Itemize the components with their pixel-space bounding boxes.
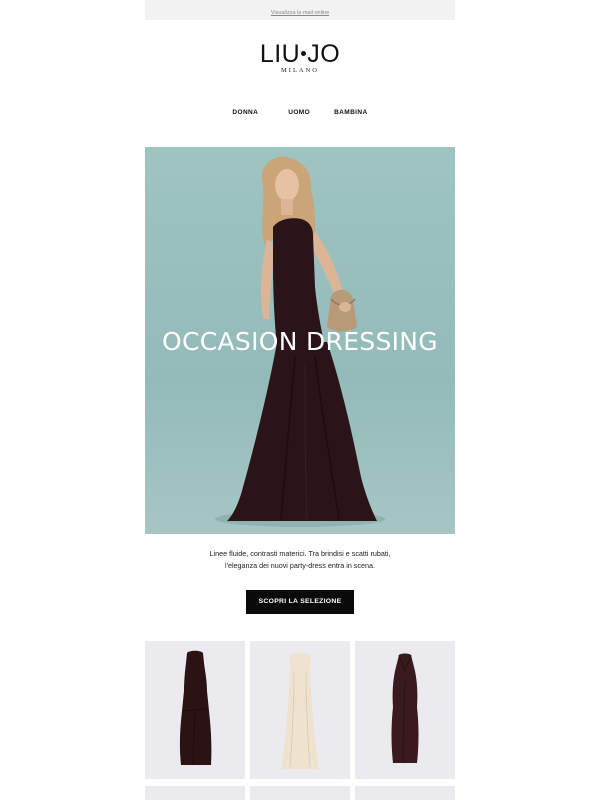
nav-item-bambina[interactable]: BAMBINA <box>334 109 368 116</box>
logo-right: JO <box>307 40 341 68</box>
intro-line-2: l'eleganza dei nuovi party-dress entra i… <box>224 561 375 570</box>
product-tile-6[interactable] <box>355 786 455 800</box>
product-tile-4[interactable] <box>145 786 245 800</box>
hero-title: OCCASION DRESSING <box>162 327 438 356</box>
top-bar: Visualizza la mail online <box>145 0 455 20</box>
logo-subtitle: MILANO <box>281 67 319 74</box>
product-image-burgundy-dress <box>391 653 419 764</box>
view-online-link[interactable]: Visualizza la mail online <box>271 10 329 16</box>
page: Visualizza la mail online LIU JO MILANO D… <box>0 0 600 800</box>
logo-left: LIU <box>259 40 301 68</box>
logo-wordmark: LIU JO <box>145 40 455 68</box>
logo-dot-icon <box>301 51 307 57</box>
product-tile-2[interactable] <box>250 641 350 779</box>
product-tile-5[interactable] <box>250 786 350 800</box>
nav-item-uomo[interactable]: UOMO <box>288 109 310 116</box>
intro-text: Linee fluide, contrasti materici. Tra br… <box>145 548 455 572</box>
product-tile-3[interactable] <box>355 641 455 779</box>
email-container: Visualizza la mail online LIU JO MILANO D… <box>145 0 455 800</box>
intro-line-1: Linee fluide, contrasti materici. Tra br… <box>209 549 391 558</box>
shop-selection-button[interactable]: SCOPRI LA SELEZIONE <box>246 590 354 614</box>
brand-logo[interactable]: LIU JO MILANO <box>145 40 455 74</box>
hero-banner[interactable]: OCCASION DRESSING <box>145 147 455 534</box>
product-image-dark-dress <box>179 650 212 766</box>
main-nav: DONNA UOMO BAMBINA <box>145 109 455 116</box>
nav-item-donna[interactable]: DONNA <box>232 109 258 116</box>
product-tile-1[interactable] <box>145 641 245 779</box>
product-image-ivory-dress <box>282 653 318 769</box>
